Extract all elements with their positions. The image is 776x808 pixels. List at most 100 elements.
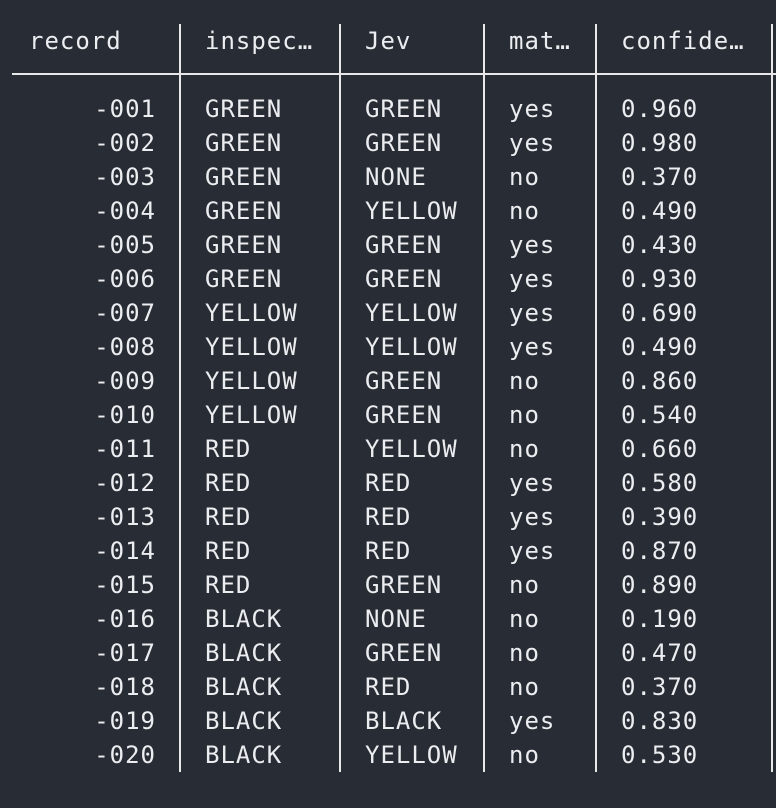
inspection-cell: GREEN [205,265,283,293]
confidence-cell: 0.470 [621,639,699,667]
inspection-cell: RED [205,469,252,497]
confidence-cell: 0.540 [621,401,699,429]
match-cell: yes [509,129,556,157]
record-cell: -017 [94,639,156,667]
match-cell: yes [509,299,556,327]
match-cell: yes [509,537,556,565]
confidence-cell: 0.980 [621,129,699,157]
match-cell: yes [509,95,556,123]
record-cell: -014 [94,537,156,565]
jev-cell: GREEN [365,639,443,667]
jev-cell: YELLOW [365,197,458,225]
jev-cell: GREEN [365,129,443,157]
inspection-cell: RED [205,503,252,531]
confidence-cell: 0.890 [621,571,699,599]
inspection-cell: YELLOW [205,333,298,361]
record-cell: -004 [94,197,156,225]
match-cell: no [509,163,540,191]
record-cell: -002 [94,129,156,157]
match-cell: no [509,197,540,225]
record-cell: -015 [94,571,156,599]
record-cell: -003 [94,163,156,191]
record-cell: -001 [94,95,156,123]
match-cell: no [509,435,540,463]
jev-cell: RED [365,673,412,701]
confidence-cell: 0.370 [621,673,699,701]
match-cell: no [509,639,540,667]
inspection-cell: GREEN [205,163,283,191]
jev-cell: YELLOW [365,435,458,463]
jev-cell: RED [365,503,412,531]
confidence-cell: 0.430 [621,231,699,259]
jev-cell: YELLOW [365,741,458,769]
confidence-cell: 0.870 [621,537,699,565]
column-divider [339,24,341,772]
jev-cell: BLACK [365,707,443,735]
record-cell: -010 [94,401,156,429]
match-cell: yes [509,333,556,361]
record-cell: -019 [94,707,156,735]
record-cell: -006 [94,265,156,293]
jev-cell: NONE [365,163,427,191]
header-record: record [29,27,122,55]
match-cell: yes [509,707,556,735]
match-cell: no [509,673,540,701]
jev-cell: GREEN [365,367,443,395]
column-divider [179,24,181,772]
inspection-cell: YELLOW [205,401,298,429]
jev-cell: GREEN [365,401,443,429]
column-divider [771,24,773,772]
confidence-cell: 0.830 [621,707,699,735]
record-cell: -011 [94,435,156,463]
confidence-cell: 0.390 [621,503,699,531]
jev-cell: NONE [365,605,427,633]
match-cell: no [509,571,540,599]
header-match: mat… [509,27,571,55]
confidence-cell: 0.370 [621,163,699,191]
record-cell: -005 [94,231,156,259]
match-cell: yes [509,503,556,531]
match-cell: no [509,605,540,633]
inspection-cell: BLACK [205,707,283,735]
confidence-cell: 0.490 [621,197,699,225]
match-cell: no [509,401,540,429]
inspection-cell: GREEN [205,197,283,225]
inspection-cell: GREEN [205,231,283,259]
confidence-cell: 0.190 [621,605,699,633]
record-cell: -016 [94,605,156,633]
confidence-cell: 0.660 [621,435,699,463]
jev-cell: GREEN [365,265,443,293]
match-cell: yes [509,265,556,293]
confidence-cell: 0.580 [621,469,699,497]
inspection-cell: RED [205,435,252,463]
match-cell: yes [509,469,556,497]
record-cell: -012 [94,469,156,497]
inspection-cell: RED [205,571,252,599]
jev-cell: RED [365,537,412,565]
inspection-cell: RED [205,537,252,565]
jev-cell: YELLOW [365,333,458,361]
confidence-cell: 0.530 [621,741,699,769]
jev-cell: GREEN [365,571,443,599]
confidence-cell: 0.860 [621,367,699,395]
inspection-cell: BLACK [205,639,283,667]
header-divider [12,73,776,75]
confidence-cell: 0.960 [621,95,699,123]
match-cell: no [509,741,540,769]
confidence-cell: 0.930 [621,265,699,293]
header-inspection: inspec… [205,27,314,55]
inspection-cell: BLACK [205,741,283,769]
inspection-cell: GREEN [205,95,283,123]
inspection-cell: BLACK [205,605,283,633]
header-jev: Jev [365,27,412,55]
record-cell: -018 [94,673,156,701]
record-cell: -009 [94,367,156,395]
jev-cell: YELLOW [365,299,458,327]
jev-cell: GREEN [365,95,443,123]
record-cell: -008 [94,333,156,361]
match-cell: yes [509,231,556,259]
jev-cell: RED [365,469,412,497]
confidence-cell: 0.490 [621,333,699,361]
inspection-cell: GREEN [205,129,283,157]
jev-cell: GREEN [365,231,443,259]
